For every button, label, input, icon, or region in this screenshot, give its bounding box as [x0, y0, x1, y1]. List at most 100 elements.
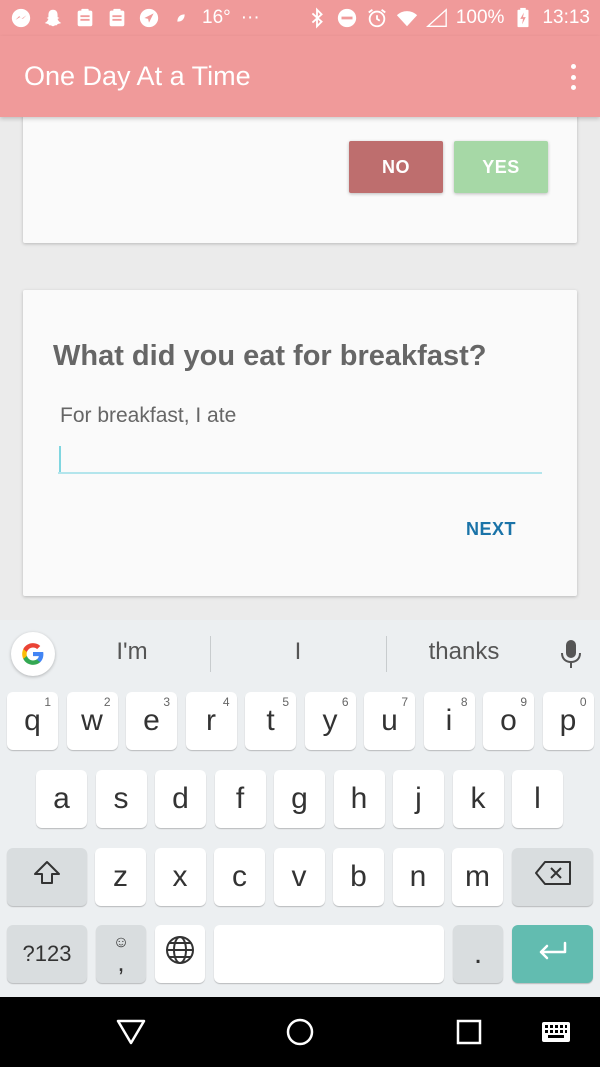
key-label: u: [381, 704, 398, 737]
suggestion-1[interactable]: I'm: [82, 638, 182, 666]
key-f[interactable]: f: [214, 770, 266, 828]
wifi-icon: [396, 7, 418, 29]
text-cursor: [59, 446, 61, 472]
breakfast-input-wrapper: [58, 438, 542, 474]
next-button[interactable]: NEXT: [466, 519, 516, 540]
key-label: e: [143, 704, 160, 737]
key-label: j: [415, 782, 422, 815]
signal-icon: [425, 7, 448, 29]
key-label: m: [465, 860, 490, 893]
key-t[interactable]: t5: [245, 692, 296, 750]
suggestion-divider: [210, 636, 211, 672]
key-u[interactable]: u7: [364, 692, 415, 750]
symbols-key[interactable]: ?123: [7, 925, 87, 983]
key-w[interactable]: w2: [66, 692, 118, 750]
key-z[interactable]: z: [95, 848, 146, 906]
key-number-hint: 0: [579, 695, 587, 709]
key-label: w: [81, 704, 103, 737]
app-title: One Day At a Time: [24, 61, 251, 91]
key-o[interactable]: o9: [483, 692, 534, 750]
backspace-key[interactable]: [512, 848, 593, 906]
key-label: g: [291, 782, 308, 815]
snapchat-icon: [42, 7, 64, 29]
clipboard-icon: [74, 7, 96, 29]
battery-charging-icon: [512, 7, 534, 29]
language-key[interactable]: [155, 925, 205, 983]
google-icon[interactable]: [11, 632, 55, 676]
key-d[interactable]: d: [155, 770, 206, 828]
globe-icon: [164, 934, 196, 974]
suggestion-2[interactable]: I: [248, 638, 348, 666]
key-j[interactable]: j: [393, 770, 444, 828]
app-bar: One Day At a Time: [0, 36, 600, 117]
period-key[interactable]: .: [453, 925, 503, 983]
breakfast-field-label: For breakfast, I ate: [60, 404, 237, 427]
key-q[interactable]: q1: [7, 692, 58, 750]
key-label: t: [266, 704, 275, 737]
key-number-hint: 3: [163, 695, 170, 709]
navigation-icon: [138, 7, 160, 29]
key-label: f: [235, 782, 245, 815]
question-card: What did you eat for breakfast? For brea…: [23, 290, 577, 596]
keyboard-switch-icon[interactable]: [540, 1019, 572, 1045]
key-l[interactable]: l: [512, 770, 563, 828]
key-label: y: [322, 704, 338, 737]
key-label: s: [113, 782, 129, 815]
breakfast-input[interactable]: [58, 438, 542, 472]
yes-button[interactable]: YES: [454, 141, 548, 193]
key-s[interactable]: s: [95, 770, 147, 828]
key-m[interactable]: m: [452, 848, 503, 906]
overflow-menu-icon[interactable]: [568, 64, 578, 90]
key-label: r: [206, 704, 216, 737]
key-number-hint: 5: [282, 695, 289, 709]
clipboard-icon: [106, 7, 128, 29]
shift-key[interactable]: [7, 848, 87, 906]
key-b[interactable]: b: [333, 848, 384, 906]
key-label: a: [53, 782, 70, 815]
status-bar: 16° ··· 100% 13:13: [0, 0, 600, 36]
alarm-icon: [366, 7, 388, 29]
back-icon[interactable]: [115, 1017, 147, 1047]
more-notifications-icon: ···: [240, 7, 260, 28]
key-y[interactable]: y6: [304, 692, 356, 750]
key-i[interactable]: i8: [423, 692, 475, 750]
key-label: x: [172, 860, 188, 893]
suggestion-3[interactable]: thanks: [414, 638, 514, 666]
key-g[interactable]: g: [274, 770, 325, 828]
key-n[interactable]: n: [392, 848, 444, 906]
key-c[interactable]: c: [214, 848, 265, 906]
key-x[interactable]: x: [154, 848, 206, 906]
key-label: i: [445, 704, 453, 737]
do-not-disturb-icon: [336, 7, 358, 29]
key-label: c: [232, 860, 247, 893]
key-label: v: [291, 860, 307, 893]
keyboard: I'm I thanks q1w2e3r4t5y6u7i8o9p0 asdfgh…: [0, 620, 600, 997]
key-p[interactable]: p0: [542, 692, 594, 750]
key-number-hint: 7: [401, 695, 408, 709]
microphone-icon[interactable]: [558, 638, 584, 670]
key-number-hint: 8: [460, 695, 468, 709]
home-icon[interactable]: [285, 1017, 315, 1047]
key-k[interactable]: k: [452, 770, 504, 828]
key-label: n: [409, 860, 427, 893]
key-r[interactable]: r4: [185, 692, 237, 750]
key-label: z: [113, 860, 128, 893]
key-label: h: [350, 782, 368, 815]
key-label: d: [172, 782, 189, 815]
comma-key[interactable]: ☺ ,: [96, 925, 146, 983]
no-button[interactable]: NO: [349, 141, 443, 193]
key-number-hint: 9: [520, 695, 527, 709]
messenger-icon: [10, 7, 32, 29]
space-bar[interactable]: [214, 925, 444, 983]
key-h[interactable]: h: [333, 770, 385, 828]
key-a[interactable]: a: [36, 770, 87, 828]
enter-icon: [535, 937, 571, 971]
clock: 13:13: [542, 7, 590, 28]
recents-icon[interactable]: [455, 1018, 483, 1046]
key-v[interactable]: v: [273, 848, 325, 906]
key-number-hint: 6: [341, 695, 349, 709]
navigation-bar: [0, 997, 600, 1067]
key-e[interactable]: e3: [126, 692, 177, 750]
bluetooth-icon: [306, 7, 328, 29]
enter-key[interactable]: [512, 925, 593, 983]
